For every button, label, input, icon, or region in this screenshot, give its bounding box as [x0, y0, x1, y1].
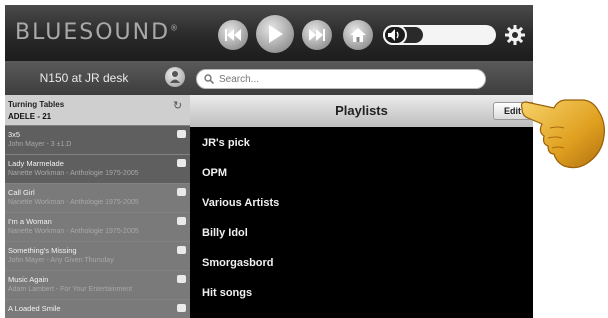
queue-item-subtitle: Adam Lambert - For Your Entertainment — [8, 286, 133, 293]
queue-item-title: Lady Marmelade — [8, 159, 64, 168]
play-icon — [269, 25, 283, 43]
queue-item[interactable]: I'm a Woman Nanette Workman - Anthologie… — [5, 212, 190, 241]
logo-text: BLUESOUND — [15, 20, 171, 45]
playlist-item[interactable]: Hit songs — [190, 279, 533, 309]
group-icon — [170, 71, 180, 83]
page-title: Playlists — [335, 103, 388, 118]
player-name[interactable]: N150 at JR desk — [5, 61, 163, 95]
now-playing[interactable]: Turning Tables ADELE - 21 ↻ — [5, 95, 190, 125]
settings-button[interactable] — [505, 25, 525, 50]
playlist-label: OPM — [202, 167, 228, 179]
play-queue: Turning Tables ADELE - 21 ↻ 3x5 John May… — [5, 95, 190, 318]
queue-item[interactable]: Lady Marmelade Nanette Workman - Antholo… — [5, 154, 190, 183]
queue-item[interactable]: 3x5 John Mayer - 3 ±1.D — [5, 125, 190, 154]
playlist-item[interactable]: Various Artists — [190, 189, 533, 219]
queue-item-subtitle: John Mayer - 3 ±1.D — [8, 141, 72, 148]
home-button[interactable] — [343, 20, 373, 50]
track-menu-icon[interactable] — [177, 275, 186, 283]
queue-item[interactable]: Call Girl Nanette Workman - Anthologie 1… — [5, 183, 190, 212]
playlist-item[interactable]: Smorgasbord — [190, 249, 533, 279]
now-playing-subtitle: ADELE - 21 — [8, 112, 52, 121]
gear-icon — [505, 25, 525, 45]
queue-item-subtitle: John Mayer - Any Given Thursday — [8, 257, 114, 264]
track-menu-icon[interactable] — [177, 217, 186, 225]
queue-item-subtitle: Nanette Workman - Anthologie 1975-2005 — [8, 228, 139, 235]
bluesound-logo: BLUESOUND® — [15, 20, 180, 45]
group-players-button[interactable] — [165, 67, 185, 87]
next-track-button[interactable] — [302, 20, 332, 50]
search-input[interactable] — [219, 72, 479, 87]
registered-mark: ® — [170, 23, 181, 33]
track-menu-icon[interactable] — [177, 130, 186, 138]
home-icon — [350, 28, 366, 42]
queue-item-title: Something's Missing — [8, 246, 77, 255]
playlist-label: JR's pick — [202, 137, 250, 149]
bluesound-app: BLUESOUND® N150 at JR desk Search... Tur… — [5, 5, 533, 318]
pointing-hand-icon — [520, 99, 605, 169]
search-box[interactable] — [196, 69, 486, 89]
queue-item[interactable]: Music Again Adam Lambert - For Your Ente… — [5, 270, 190, 299]
top-toolbar: BLUESOUND® — [5, 5, 533, 61]
playlist-label: Billy Idol — [202, 227, 248, 239]
queue-item-title: A Loaded Smile — [8, 304, 61, 313]
previous-track-button[interactable] — [218, 20, 248, 50]
playlist-label: Various Artists — [202, 197, 280, 209]
queue-item-title: Music Again — [8, 275, 49, 284]
volume-slider[interactable] — [383, 25, 496, 45]
queue-item-title: 3x5 — [8, 130, 21, 139]
playlist-label: Hit songs — [202, 287, 253, 299]
volume-handle[interactable] — [383, 25, 407, 45]
skip-forward-icon — [309, 29, 325, 41]
play-button[interactable] — [256, 15, 294, 53]
playlist-item[interactable]: Billy Idol — [190, 219, 533, 249]
refresh-icon[interactable]: ↻ — [173, 99, 182, 112]
queue-item-subtitle: Nanette Workman - Anthologie 1975-2005 — [8, 199, 139, 206]
track-menu-icon[interactable] — [177, 246, 186, 254]
search-icon — [204, 74, 214, 84]
player-bar: N150 at JR desk — [5, 61, 533, 95]
playlist-label: Smorgasbord — [202, 257, 274, 269]
queue-item[interactable]: A Loaded Smile — [5, 299, 190, 318]
now-playing-title: Turning Tables — [8, 100, 65, 109]
playlist-item[interactable]: OPM — [190, 159, 533, 189]
queue-item-subtitle: Nanette Workman - Anthologie 1975-2005 — [8, 170, 139, 177]
speaker-icon — [388, 29, 399, 41]
playlists-header: Playlists Edit — [190, 95, 533, 127]
queue-item[interactable]: Something's Missing John Mayer - Any Giv… — [5, 241, 190, 270]
skip-back-icon — [225, 29, 241, 41]
queue-item-title: I'm a Woman — [8, 217, 52, 226]
track-menu-icon[interactable] — [177, 188, 186, 196]
track-menu-icon[interactable] — [177, 159, 186, 167]
playlist-item[interactable]: JR's pick — [190, 129, 533, 159]
playlists-panel: Playlists Edit JR's pick OPM Various Art… — [190, 95, 533, 318]
track-menu-icon[interactable] — [177, 304, 186, 312]
queue-item-title: Call Girl — [8, 188, 35, 197]
